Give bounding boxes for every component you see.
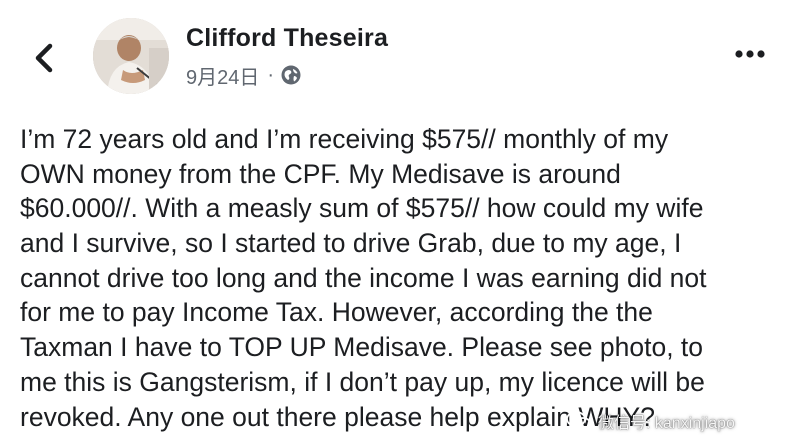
post-text-line: Taxman I have to TOP UP Medisave. Please… (20, 332, 704, 363)
post-body: I’m 72 years old and I’m receiving $575/… (0, 122, 800, 434)
post-text-line: for me to pay Income Tax. However, accor… (20, 297, 653, 328)
post-meta: 9月24日 · (186, 61, 302, 90)
wechat-icon (566, 411, 592, 431)
more-horizontal-icon (735, 50, 765, 58)
chevron-left-icon (35, 43, 53, 73)
post-header: Clifford Theseira 9月24日 · (0, 0, 800, 110)
avatar[interactable] (93, 18, 169, 94)
back-button[interactable] (30, 38, 62, 78)
timestamp[interactable]: 9月24日 (186, 61, 259, 90)
post-text-line: and I survive, so I started to drive Gra… (20, 228, 682, 259)
post-text-line: $60.000//. With a measly sum of $575// h… (20, 193, 704, 224)
post-text-line: cannot drive too long and the income I w… (20, 262, 707, 293)
more-options-button[interactable] (730, 42, 770, 66)
meta-separator: · (267, 63, 275, 86)
globe-icon (281, 65, 301, 85)
post-text-line: me this is Gangsterism, if I don’t pay u… (20, 366, 705, 397)
post-text-line: OWN money from the CPF. My Medisave is a… (20, 158, 621, 189)
avatar-photo (93, 18, 169, 94)
post-text-line: I’m 72 years old and I’m receiving $575/… (20, 124, 669, 154)
watermark-text: 微信号: kanxinjiapo (598, 415, 735, 432)
author-name[interactable]: Clifford Theseira (186, 24, 388, 53)
watermark: 微信号: kanxinjiapo (566, 406, 735, 436)
